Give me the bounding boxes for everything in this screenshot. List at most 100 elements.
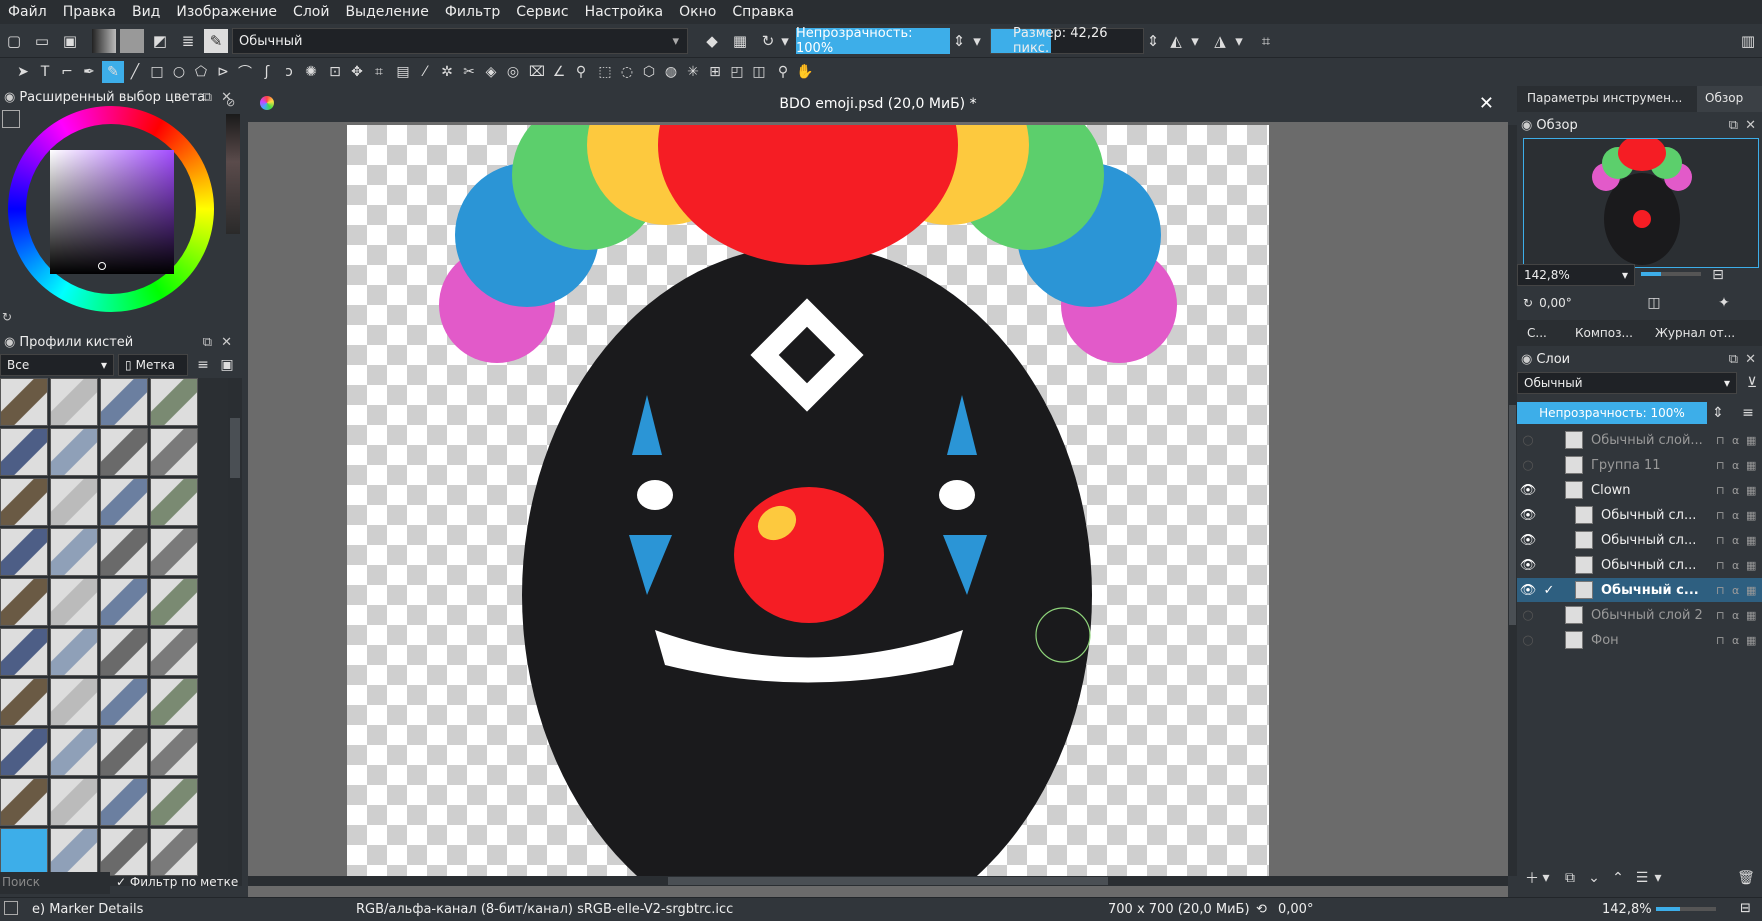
layer-row[interactable]: 👁 Clown ⊓ α ▦ xyxy=(1517,478,1762,502)
brush-preset-cell[interactable] xyxy=(50,378,98,426)
inherit-alpha-icon[interactable]: ▦ xyxy=(1746,459,1762,472)
brush-preset-cell[interactable] xyxy=(50,578,98,626)
menu-file[interactable]: Файл xyxy=(8,4,47,20)
line-tool-icon[interactable]: ╱ xyxy=(124,61,146,83)
brush-preset-cell[interactable] xyxy=(100,628,148,676)
layer-lock-icon[interactable]: ⊓ xyxy=(1716,634,1732,647)
refresh-icon[interactable]: ↻ xyxy=(2,310,12,324)
layer-row[interactable]: 👁 Обычный сл... ⊓ α ▦ xyxy=(1517,528,1762,552)
scroll-thumb[interactable] xyxy=(230,418,240,478)
float-icon[interactable]: ⧉ xyxy=(203,335,212,350)
close-icon[interactable]: ✕ xyxy=(221,335,232,350)
brush-preset-cell[interactable] xyxy=(100,528,148,576)
alpha-icon[interactable]: α xyxy=(1732,484,1746,497)
eye-icon[interactable]: 👁 xyxy=(1517,583,1539,598)
canvas-image[interactable] xyxy=(347,25,1269,921)
bezier-select-icon[interactable]: ◰ xyxy=(726,61,748,83)
inherit-alpha-icon[interactable]: ▦ xyxy=(1746,509,1762,522)
rect-select-icon[interactable]: ⬚ xyxy=(594,61,616,83)
assistant-tool-icon[interactable]: ⌧ xyxy=(526,61,548,83)
move-tool-icon[interactable]: ✥ xyxy=(346,61,368,83)
eye-hidden-icon[interactable]: ○ xyxy=(1517,458,1539,473)
brush-preset-cell[interactable] xyxy=(150,778,198,826)
eye-hidden-icon[interactable]: ○ xyxy=(1517,633,1539,648)
inherit-alpha-icon[interactable]: ▦ xyxy=(1746,634,1762,647)
measure-tool-icon[interactable]: ∠ xyxy=(548,61,570,83)
inherit-alpha-icon[interactable]: ▦ xyxy=(1746,434,1762,447)
spin-arrows-icon[interactable]: ⇕ xyxy=(1711,402,1725,424)
crop-icon[interactable]: ⌗ xyxy=(1254,29,1278,53)
saturation-value-square[interactable] xyxy=(50,150,174,274)
spin-arrows-icon[interactable]: ⇕ xyxy=(1146,29,1160,53)
eye-hidden-icon[interactable]: ○ xyxy=(1517,433,1539,448)
layer-blend-mode-select[interactable]: Обычный ▾ xyxy=(1517,372,1737,394)
move-up-icon[interactable]: ⌃ xyxy=(1607,867,1629,889)
gradient-tool-icon[interactable]: ▤ xyxy=(392,61,414,83)
float-icon[interactable]: ⧉ xyxy=(1729,352,1738,367)
brush-preset-cell[interactable] xyxy=(150,828,198,876)
tab-history[interactable]: Журнал от... xyxy=(1647,320,1762,346)
save-icon[interactable]: ▣ xyxy=(58,29,82,53)
eraser-icon[interactable]: ◆ xyxy=(700,29,724,53)
open-document-icon[interactable]: ▭ xyxy=(30,29,54,53)
chevron-down-icon[interactable]: ▾ xyxy=(1539,867,1553,889)
zoom-tool-icon[interactable]: ⚲ xyxy=(772,61,794,83)
inherit-alpha-icon[interactable]: ▦ xyxy=(1746,484,1762,497)
layer-lock-icon[interactable]: ⊓ xyxy=(1716,484,1732,497)
layer-row[interactable]: ○ Группа 11 ⊓ α ▦ xyxy=(1517,453,1762,477)
menu-layer[interactable]: Слой xyxy=(293,4,329,20)
zoom-slider[interactable] xyxy=(1656,907,1716,911)
menu-select[interactable]: Выделение xyxy=(345,4,428,20)
menu-tools[interactable]: Сервис xyxy=(516,4,568,20)
brush-preset-cell[interactable] xyxy=(0,728,48,776)
layer-lock-icon[interactable]: ⊓ xyxy=(1716,534,1732,547)
enclose-fill-icon[interactable]: ◎ xyxy=(502,61,524,83)
brush-preset-cell[interactable] xyxy=(100,728,148,776)
float-icon[interactable]: ⧉ xyxy=(203,90,212,105)
fit-view-icon[interactable]: ⊟ xyxy=(1740,901,1751,916)
chevron-down-icon[interactable]: ▾ xyxy=(1188,29,1202,53)
alpha-icon[interactable]: α xyxy=(1732,534,1746,547)
layer-opacity-slider[interactable]: Непрозрачность: 100% xyxy=(1517,402,1707,424)
calligraphy-icon[interactable]: ✒ xyxy=(78,61,100,83)
rectangle-tool-icon[interactable]: □ xyxy=(146,61,168,83)
brush-preset-cell[interactable] xyxy=(100,778,148,826)
layer-lock-icon[interactable]: ⊓ xyxy=(1716,609,1732,622)
polyline-tool-icon[interactable]: ⊳ xyxy=(212,61,234,83)
color-cursor[interactable] xyxy=(98,262,106,270)
brush-preset-cell[interactable] xyxy=(0,628,48,676)
chevron-down-icon[interactable]: ▾ xyxy=(970,29,984,53)
blend-mode-select[interactable]: Обычный ▾ xyxy=(232,28,688,54)
menu-help[interactable]: Справка xyxy=(732,4,794,20)
brush-preset-cell[interactable] xyxy=(100,428,148,476)
ellipse-tool-icon[interactable]: ○ xyxy=(168,61,190,83)
brush-settings-icon[interactable]: ≣ xyxy=(176,29,200,53)
eye-icon[interactable]: 👁 xyxy=(1517,558,1539,573)
chevron-down-icon[interactable]: ▾ xyxy=(1651,867,1665,889)
lock-icon[interactable]: ◉ xyxy=(4,335,15,350)
brush-preset-cell[interactable] xyxy=(50,428,98,476)
size-slider[interactable]: Размер: 42,26 пикс. xyxy=(990,26,1144,56)
freehand-select-icon[interactable]: ◍ xyxy=(660,61,682,83)
menu-window[interactable]: Окно xyxy=(679,4,716,20)
brush-preset-cell[interactable] xyxy=(50,778,98,826)
layer-lock-icon[interactable]: ⊓ xyxy=(1716,459,1732,472)
freehand-brush-icon[interactable]: ✎ xyxy=(102,61,124,83)
mirror-vertical-icon[interactable]: ◮ xyxy=(1208,29,1232,53)
gradient-icon[interactable] xyxy=(92,29,116,53)
layer-menu-icon[interactable]: ≡ xyxy=(1737,402,1759,424)
tab-compositions[interactable]: Композ... xyxy=(1567,320,1647,346)
brush-preset-cell[interactable] xyxy=(150,678,198,726)
alpha-icon[interactable]: α xyxy=(1732,584,1746,597)
inherit-alpha-icon[interactable]: ▦ xyxy=(1746,559,1762,572)
float-icon[interactable]: ⧉ xyxy=(1729,118,1738,133)
smart-patch-icon[interactable]: ✲ xyxy=(436,61,458,83)
alpha-icon[interactable]: α xyxy=(1732,459,1746,472)
layer-row[interactable]: 👁 Обычный сл... ⊓ α ▦ xyxy=(1517,503,1762,527)
brush-tag-button[interactable]: ▯ Метка xyxy=(118,354,188,376)
layer-lock-icon[interactable]: ⊓ xyxy=(1716,434,1732,447)
close-icon[interactable]: ✕ xyxy=(1745,118,1756,133)
pattern-icon[interactable] xyxy=(120,29,144,53)
close-icon[interactable]: ✕ xyxy=(1745,352,1756,367)
lock-icon[interactable]: ◉ xyxy=(1521,352,1532,367)
